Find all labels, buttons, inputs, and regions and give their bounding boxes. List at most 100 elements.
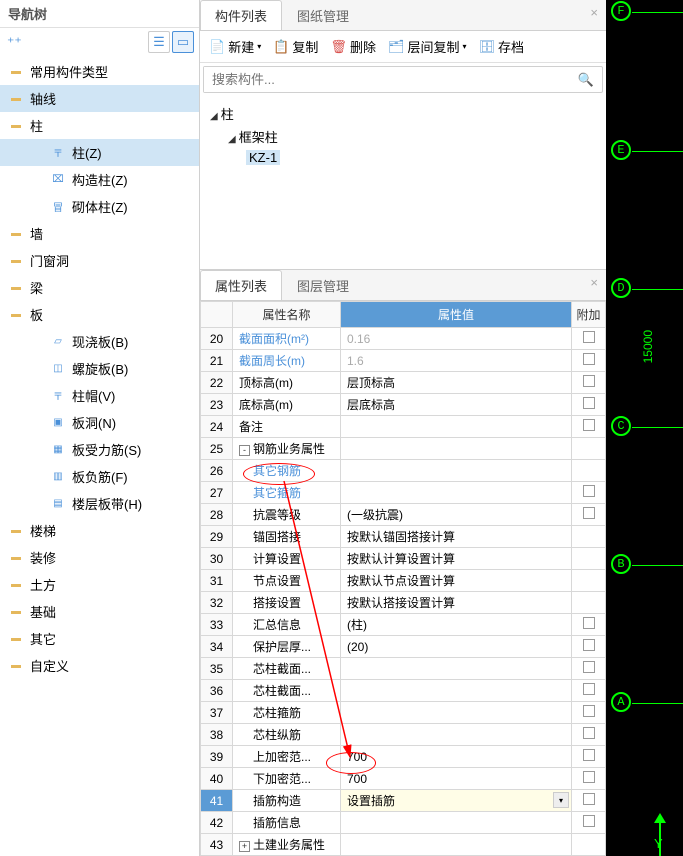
- checkbox[interactable]: [583, 617, 595, 629]
- close-icon[interactable]: ×: [582, 0, 606, 30]
- property-value[interactable]: [341, 812, 572, 834]
- property-value[interactable]: 0.16: [341, 328, 572, 350]
- checkbox[interactable]: [583, 485, 595, 497]
- tree-folder[interactable]: ▬土方: [0, 571, 199, 598]
- property-value[interactable]: 按默认搭接设置计算: [341, 592, 572, 614]
- property-value[interactable]: 1.6: [341, 350, 572, 372]
- checkbox[interactable]: [583, 771, 595, 783]
- floor-copy-button[interactable]: 🗂层间复制▾: [382, 34, 473, 59]
- delete-button[interactable]: 🗑删除: [324, 34, 382, 59]
- addon-cell[interactable]: [572, 504, 606, 526]
- addon-cell[interactable]: [572, 460, 606, 482]
- tree-item-slabhole[interactable]: ▣板洞(N): [0, 409, 199, 436]
- addon-cell[interactable]: [572, 768, 606, 790]
- checkbox[interactable]: [583, 639, 595, 651]
- tree-folder[interactable]: ▬柱: [0, 112, 199, 139]
- addon-cell[interactable]: [572, 570, 606, 592]
- tree-item-masonry-z[interactable]: 冒砌体柱(Z): [0, 193, 199, 220]
- checkbox[interactable]: [583, 727, 595, 739]
- property-value[interactable]: 层底标高: [341, 394, 572, 416]
- tree-folder[interactable]: ▬常用构件类型: [0, 58, 199, 85]
- property-value[interactable]: 700: [341, 768, 572, 790]
- property-row[interactable]: 42插筋信息: [201, 812, 606, 834]
- tree-item-slab[interactable]: ▱现浇板(B): [0, 328, 199, 355]
- addon-cell[interactable]: [572, 482, 606, 504]
- property-value[interactable]: (一级抗震): [341, 504, 572, 526]
- tree-item-band[interactable]: ▤楼层板带(H): [0, 490, 199, 517]
- checkbox[interactable]: [583, 661, 595, 673]
- property-value[interactable]: 层顶标高: [341, 372, 572, 394]
- property-value[interactable]: [341, 702, 572, 724]
- addon-cell[interactable]: [572, 614, 606, 636]
- checkbox[interactable]: [583, 507, 595, 519]
- new-button[interactable]: 📄新建▾: [203, 34, 267, 59]
- add-icon[interactable]: ⁺⁺: [5, 32, 24, 53]
- close-icon[interactable]: ×: [582, 270, 606, 300]
- property-value[interactable]: 按默认锚固搭接计算: [341, 526, 572, 548]
- tree-item-colcap[interactable]: 〒柱帽(V): [0, 382, 199, 409]
- tree-folder[interactable]: ▬板: [0, 301, 199, 328]
- property-row[interactable]: 21截面周长(m)1.6: [201, 350, 606, 372]
- property-row[interactable]: 32搭接设置按默认搭接设置计算: [201, 592, 606, 614]
- property-value[interactable]: (20): [341, 636, 572, 658]
- property-value[interactable]: [341, 482, 572, 504]
- checkbox[interactable]: [583, 683, 595, 695]
- tree-folder[interactable]: ▬轴线: [0, 85, 199, 112]
- copy-button[interactable]: 📋复制: [267, 34, 324, 59]
- property-value[interactable]: (柱): [341, 614, 572, 636]
- cad-viewport[interactable]: F E D C B A 15000 Y: [606, 0, 683, 856]
- addon-cell[interactable]: [572, 372, 606, 394]
- property-row[interactable]: 36芯柱截面...: [201, 680, 606, 702]
- property-row[interactable]: 23底标高(m)层底标高: [201, 394, 606, 416]
- property-value[interactable]: [341, 438, 572, 460]
- tab-component-list[interactable]: 构件列表: [200, 0, 282, 30]
- tab-prop-list[interactable]: 属性列表: [200, 270, 282, 300]
- archive-button[interactable]: 🗄存档: [473, 34, 531, 59]
- addon-cell[interactable]: [572, 790, 606, 812]
- tree-folder[interactable]: ▬自定义: [0, 652, 199, 679]
- checkbox[interactable]: [583, 793, 595, 805]
- property-row[interactable]: 22顶标高(m)层顶标高: [201, 372, 606, 394]
- property-value[interactable]: [341, 834, 572, 856]
- property-value[interactable]: [341, 416, 572, 438]
- search-input[interactable]: [204, 67, 570, 92]
- comp-sub[interactable]: ◢框架柱: [210, 125, 596, 148]
- property-row[interactable]: 39上加密范...700: [201, 746, 606, 768]
- dropdown-icon[interactable]: ▾: [553, 792, 569, 808]
- property-row[interactable]: 20截面面积(m²)0.16: [201, 328, 606, 350]
- property-row[interactable]: 38芯柱纵筋: [201, 724, 606, 746]
- addon-cell[interactable]: [572, 834, 606, 856]
- property-row[interactable]: 43+土建业务属性: [201, 834, 606, 856]
- tree-folder[interactable]: ▬墙: [0, 220, 199, 247]
- property-value[interactable]: [341, 724, 572, 746]
- property-row[interactable]: 35芯柱截面...: [201, 658, 606, 680]
- checkbox[interactable]: [583, 331, 595, 343]
- tree-item-constr-z[interactable]: ⌧构造柱(Z): [0, 166, 199, 193]
- property-value[interactable]: 设置插筋▾: [341, 790, 572, 812]
- property-row[interactable]: 28抗震等级(一级抗震): [201, 504, 606, 526]
- property-row[interactable]: 40下加密范...700: [201, 768, 606, 790]
- property-row[interactable]: 24备注: [201, 416, 606, 438]
- addon-cell[interactable]: [572, 636, 606, 658]
- addon-cell[interactable]: [572, 416, 606, 438]
- checkbox[interactable]: [583, 397, 595, 409]
- addon-cell[interactable]: [572, 724, 606, 746]
- collapse-icon[interactable]: ◢: [210, 111, 218, 122]
- checkbox[interactable]: [583, 705, 595, 717]
- property-row[interactable]: 37芯柱箍筋: [201, 702, 606, 724]
- addon-cell[interactable]: [572, 328, 606, 350]
- view-list-icon[interactable]: ☰: [148, 31, 170, 53]
- property-row[interactable]: 29锚固搭接按默认锚固搭接计算: [201, 526, 606, 548]
- tree-item-negbar[interactable]: ▥板负筋(F): [0, 463, 199, 490]
- addon-cell[interactable]: [572, 702, 606, 724]
- checkbox[interactable]: [583, 375, 595, 387]
- property-row[interactable]: 25-钢筋业务属性: [201, 438, 606, 460]
- tree-folder[interactable]: ▬楼梯: [0, 517, 199, 544]
- property-row[interactable]: 31节点设置按默认节点设置计算: [201, 570, 606, 592]
- checkbox[interactable]: [583, 419, 595, 431]
- tree-folder[interactable]: ▬其它: [0, 625, 199, 652]
- addon-cell[interactable]: [572, 394, 606, 416]
- property-value[interactable]: [341, 680, 572, 702]
- tree-item-rebar[interactable]: ▦板受力筋(S): [0, 436, 199, 463]
- addon-cell[interactable]: [572, 438, 606, 460]
